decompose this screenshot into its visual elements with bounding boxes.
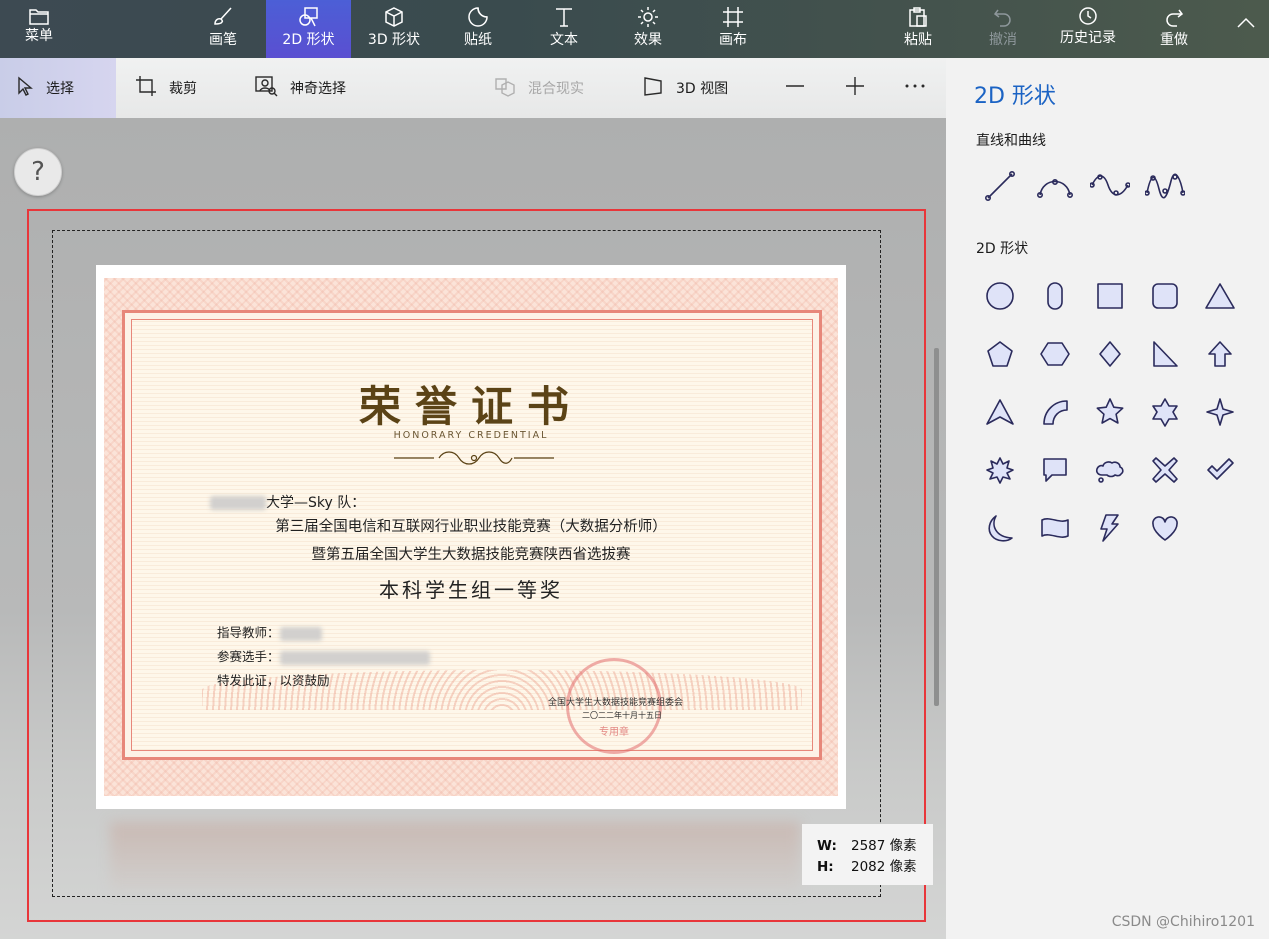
rounded-pill-icon[interactable]	[1035, 276, 1075, 316]
redo-icon	[1163, 0, 1185, 28]
menu-button[interactable]: 菜单	[14, 0, 64, 58]
shapes-2d-icon	[297, 0, 321, 28]
tab-text[interactable]: 文本	[544, 0, 584, 58]
plus-icon	[844, 75, 866, 101]
triangle-icon[interactable]	[1200, 276, 1240, 316]
banner-icon[interactable]	[1035, 508, 1075, 548]
tab-canvas[interactable]: 画布	[713, 0, 753, 58]
tab-stickers[interactable]: 贴纸	[458, 0, 498, 58]
mixed-reality-icon	[492, 75, 516, 101]
checkmark-icon[interactable]	[1200, 450, 1240, 490]
width-value: 2587 像素	[851, 838, 917, 854]
3d-view-icon	[642, 75, 664, 101]
star-6-icon[interactable]	[1145, 392, 1185, 432]
shapes-panel: 2D 形状 直线和曲线 2D 形状	[946, 58, 1269, 939]
star-4-icon[interactable]	[1200, 392, 1240, 432]
cube-icon	[383, 0, 405, 28]
curve-tool-icon[interactable]	[1035, 166, 1075, 206]
canvas-boundary[interactable]	[52, 230, 881, 897]
history-button[interactable]: 历史记录	[1056, 0, 1120, 58]
arrow-up-icon[interactable]	[1200, 334, 1240, 374]
sticker-icon	[467, 0, 489, 28]
ellipsis-icon	[904, 75, 926, 101]
magic-select-button[interactable]: 神奇选择	[254, 58, 346, 118]
clipboard-icon	[907, 0, 929, 28]
heart-icon[interactable]	[1145, 508, 1185, 548]
line-tool-icon[interactable]	[980, 166, 1020, 206]
quarter-circle-icon[interactable]	[1035, 392, 1075, 432]
paste-button[interactable]: 粘贴	[898, 0, 938, 58]
history-icon	[1077, 0, 1099, 28]
undo-icon	[992, 0, 1014, 28]
speech-bubble-icon[interactable]	[1035, 450, 1075, 490]
sun-icon	[637, 0, 659, 28]
circle-icon[interactable]	[980, 276, 1020, 316]
crescent-moon-icon[interactable]	[980, 508, 1020, 548]
tab-brush[interactable]: 画笔	[198, 0, 248, 58]
height-value: 2082 像素	[851, 859, 917, 875]
sub-toolbar: 选择 裁剪 神奇选择 混合现实 3D 视图	[0, 58, 946, 118]
s-curve-tool-icon[interactable]	[1090, 166, 1130, 206]
thought-bubble-icon[interactable]	[1090, 450, 1130, 490]
lightning-icon[interactable]	[1090, 508, 1130, 548]
cursor-icon	[16, 76, 34, 100]
zoom-out-button[interactable]	[784, 58, 806, 118]
shapes-section-heading: 2D 形状	[976, 241, 1029, 257]
canvas-size-readout: W: 2587 像素 H: 2082 像素	[802, 824, 933, 885]
redo-button[interactable]: 重做	[1154, 0, 1194, 58]
watermark: CSDN @Chihiro1201	[1111, 914, 1255, 930]
canvas-icon	[722, 0, 744, 28]
wave-curve-tool-icon[interactable]	[1145, 166, 1185, 206]
tab-effects[interactable]: 效果	[628, 0, 668, 58]
hexagon-icon[interactable]	[1035, 334, 1075, 374]
select-button[interactable]: 选择	[0, 58, 116, 118]
right-triangle-icon[interactable]	[1145, 334, 1185, 374]
zoom-in-button[interactable]	[844, 58, 866, 118]
square-icon[interactable]	[1090, 276, 1130, 316]
mixed-reality-button[interactable]: 混合现实	[492, 58, 584, 118]
crop-icon	[135, 75, 157, 101]
tab-3d-shapes[interactable]: 3D 形状	[364, 0, 424, 58]
lines-section-heading: 直线和曲线	[976, 133, 1046, 149]
more-button[interactable]	[904, 58, 926, 118]
pentagon-icon[interactable]	[980, 334, 1020, 374]
minus-icon	[784, 75, 806, 101]
ribbon: 菜单 画笔 2D 形状 3D 形状 贴纸 文本 效果 画布 粘贴 撤消 历史记录	[0, 0, 1269, 58]
arrowhead-icon[interactable]	[980, 392, 1020, 432]
help-button[interactable]: ?	[14, 148, 62, 196]
text-icon	[553, 0, 575, 28]
burst-icon[interactable]	[980, 450, 1020, 490]
3d-view-button[interactable]: 3D 视图	[642, 58, 728, 118]
crop-button[interactable]: 裁剪	[135, 58, 197, 118]
collapse-ribbon-button[interactable]	[1230, 0, 1262, 58]
chevron-up-icon	[1236, 0, 1256, 28]
undo-button[interactable]: 撤消	[983, 0, 1023, 58]
star-5-icon[interactable]	[1090, 392, 1130, 432]
vertical-scrollbar[interactable]	[934, 348, 939, 706]
brush-icon	[212, 0, 234, 28]
folder-icon	[28, 0, 50, 28]
rounded-square-icon[interactable]	[1145, 276, 1185, 316]
panel-title: 2D 形状	[974, 84, 1056, 109]
diamond-icon[interactable]	[1090, 334, 1130, 374]
magic-select-icon	[254, 75, 278, 101]
x-shape-icon[interactable]	[1145, 450, 1185, 490]
tab-2d-shapes[interactable]: 2D 形状	[266, 0, 351, 58]
